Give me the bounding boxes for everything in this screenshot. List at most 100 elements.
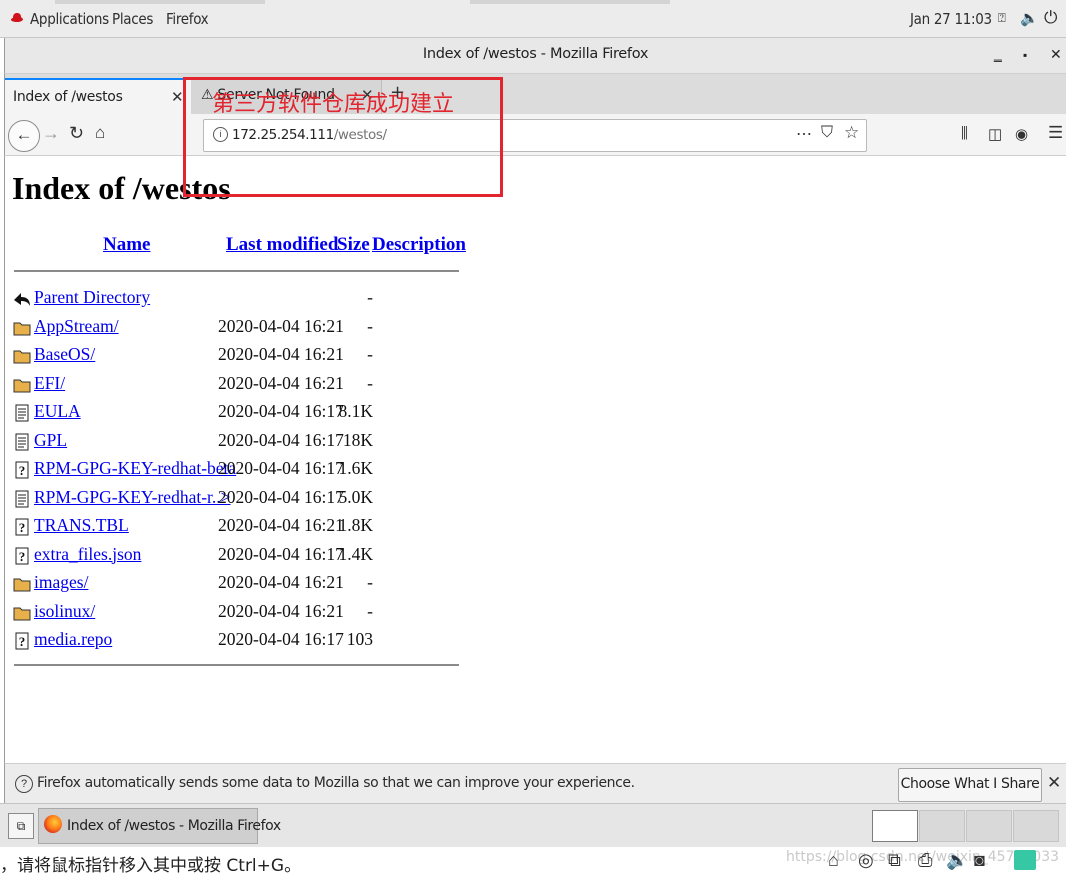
vm-status-line: ，请将鼠标指针移入其中或按 Ctrl+G。 https://blog.csdn.…	[0, 847, 1066, 876]
file-link[interactable]: media.repo	[34, 629, 112, 650]
file-size: -	[367, 372, 373, 393]
window-title: Index of /westos - Mozilla Firefox	[422, 46, 649, 62]
file-size: 1.4K	[338, 543, 373, 564]
tab-index-westos[interactable]: Index of /westos ✕	[5, 78, 191, 116]
minimize-button[interactable]: ‗	[994, 46, 1002, 62]
file-link[interactable]: TRANS.TBL	[34, 515, 129, 536]
network-icon[interactable]: ⧉	[888, 850, 901, 871]
text-file-icon	[13, 433, 31, 451]
notification-text: Firefox automatically sends some data to…	[37, 775, 635, 791]
file-link[interactable]: isolinux/	[34, 601, 95, 622]
file-link[interactable]: Parent Directory	[34, 287, 150, 308]
file-row: ? extra_files.json 2020-04-04 16:17 1.4K	[13, 544, 483, 568]
taskbar-item-firefox[interactable]: Index of /westos - Mozilla Firefox	[38, 808, 281, 844]
file-modified: 2020-04-04 16:21	[218, 600, 344, 621]
unknown-file-icon: ?	[13, 547, 31, 565]
tab-strip: Index of /westos ✕ ⚠ Server Not Found ✕ …	[4, 74, 1066, 116]
close-notification-icon[interactable]: ✕	[1047, 773, 1061, 793]
firefox-app-menu[interactable]: Firefox	[166, 10, 209, 28]
help-icon: ?	[15, 775, 33, 793]
folder-icon	[13, 604, 31, 622]
workspace-3[interactable]	[966, 810, 1012, 842]
file-size: 1.8K	[338, 515, 373, 535]
workspace-1[interactable]	[872, 810, 918, 842]
divider	[14, 270, 459, 272]
workspace-2[interactable]	[919, 810, 965, 842]
file-link[interactable]: extra_files.json	[34, 544, 141, 565]
maximize-button[interactable]: ▪	[1023, 48, 1027, 62]
back-icon	[13, 290, 31, 308]
bookmark-star-icon[interactable]: ☆	[844, 123, 859, 143]
svg-text:?: ?	[19, 520, 26, 535]
file-modified: 2020-04-04 16:17	[218, 429, 344, 450]
unknown-file-icon: ?	[13, 461, 31, 479]
power-icon[interactable]: ⏻	[1044, 8, 1057, 28]
tab-close-icon[interactable]: ✕	[171, 88, 184, 106]
file-size: 5.0K	[338, 486, 373, 507]
text-file-icon	[13, 404, 31, 422]
notification-bar: ? Firefox automatically sends some data …	[4, 763, 1066, 803]
file-size: -	[367, 344, 373, 364]
file-size: 1.6K	[338, 458, 373, 478]
account-icon[interactable]: ◉	[1015, 125, 1028, 143]
file-modified: 2020-04-04 16:21	[218, 315, 344, 336]
firefox-logo-icon	[44, 815, 62, 833]
page-actions-icon[interactable]: ⋯	[796, 124, 812, 144]
text-file-icon	[13, 490, 31, 508]
file-link[interactable]: RPM-GPG-KEY-redhat-r..>	[34, 487, 231, 508]
gnome-top-bar: Applications Places Firefox Jan 27 11:03…	[0, 0, 1066, 38]
svg-text:?: ?	[19, 463, 26, 478]
file-size: 103	[346, 629, 373, 649]
choose-what-i-share-button[interactable]: Choose What I Share	[898, 768, 1042, 802]
file-link[interactable]: BaseOS/	[34, 344, 95, 365]
navigation-bar: ← → ↻ ⌂ i 172.25.254.111/westos/ ⋯ ⛉ ☆ ⫼…	[4, 114, 1066, 156]
file-size: 8.1K	[338, 401, 373, 421]
file-row: AppStream/2020-04-04 16:21 -	[13, 316, 483, 340]
close-window-button[interactable]: ✕	[1050, 46, 1062, 63]
home-button[interactable]: ⌂	[95, 123, 105, 143]
divider	[14, 664, 459, 666]
sound-icon[interactable]: 🔈	[946, 850, 968, 871]
applications-menu[interactable]: Applications	[30, 10, 109, 28]
harddisk-icon[interactable]: ⌂	[828, 850, 839, 871]
places-menu[interactable]: Places	[112, 10, 153, 28]
back-button[interactable]: ←	[8, 120, 40, 152]
file-modified: 2020-04-04 16:17	[218, 543, 344, 564]
clock[interactable]: Jan 27 11:03	[910, 10, 992, 28]
file-row: images/2020-04-04 16:21 -	[13, 572, 483, 596]
workspace-4[interactable]	[1013, 810, 1059, 842]
column-header-size[interactable]: Size	[337, 234, 370, 256]
vm-notes-icon[interactable]	[1014, 850, 1036, 870]
status-message: ，请将鼠标指针移入其中或按 Ctrl+G。	[0, 856, 302, 876]
sidebar-icon[interactable]: ◫	[988, 125, 1002, 143]
show-desktop-button[interactable]: ⧉	[8, 813, 34, 839]
top-strip	[470, 0, 670, 4]
camera-icon[interactable]: ◙	[974, 850, 985, 871]
printer-icon[interactable]: ⎙	[918, 850, 932, 871]
file-link[interactable]: images/	[34, 572, 88, 593]
file-size: -	[367, 287, 373, 307]
cdrom-icon[interactable]: ◎	[858, 850, 874, 871]
volume-icon[interactable]: 🔈	[1020, 9, 1039, 27]
accessibility-icon[interactable]: ⍰	[998, 11, 1006, 26]
file-modified: 2020-04-04 16:17	[218, 401, 344, 421]
file-size: -	[367, 600, 373, 621]
file-link[interactable]: EULA	[34, 401, 81, 422]
file-link[interactable]: RPM-GPG-KEY-redhat-beta	[34, 458, 236, 479]
unknown-file-icon: ?	[13, 632, 31, 650]
file-row: ? TRANS.TBL 2020-04-04 16:21 1.8K	[13, 515, 483, 539]
file-link[interactable]: GPL	[34, 430, 67, 451]
pocket-icon[interactable]: ⛉	[821, 124, 833, 142]
file-row: RPM-GPG-KEY-redhat-r..> 2020-04-04 16:17 5…	[13, 487, 483, 511]
forward-button[interactable]: →	[42, 123, 60, 144]
file-link[interactable]: AppStream/	[34, 316, 119, 337]
file-link[interactable]: EFI/	[34, 373, 65, 394]
menu-icon[interactable]: ☰	[1048, 123, 1063, 143]
file-modified: 2020-04-04 16:21	[218, 572, 344, 592]
column-header-description[interactable]: Description	[372, 234, 466, 256]
folder-icon	[13, 575, 31, 593]
library-icon[interactable]: ⫼	[961, 125, 968, 142]
reload-button[interactable]: ↻	[69, 123, 84, 144]
column-header-last-modified[interactable]: Last modified	[226, 234, 338, 256]
column-header-name[interactable]: Name	[103, 234, 150, 256]
